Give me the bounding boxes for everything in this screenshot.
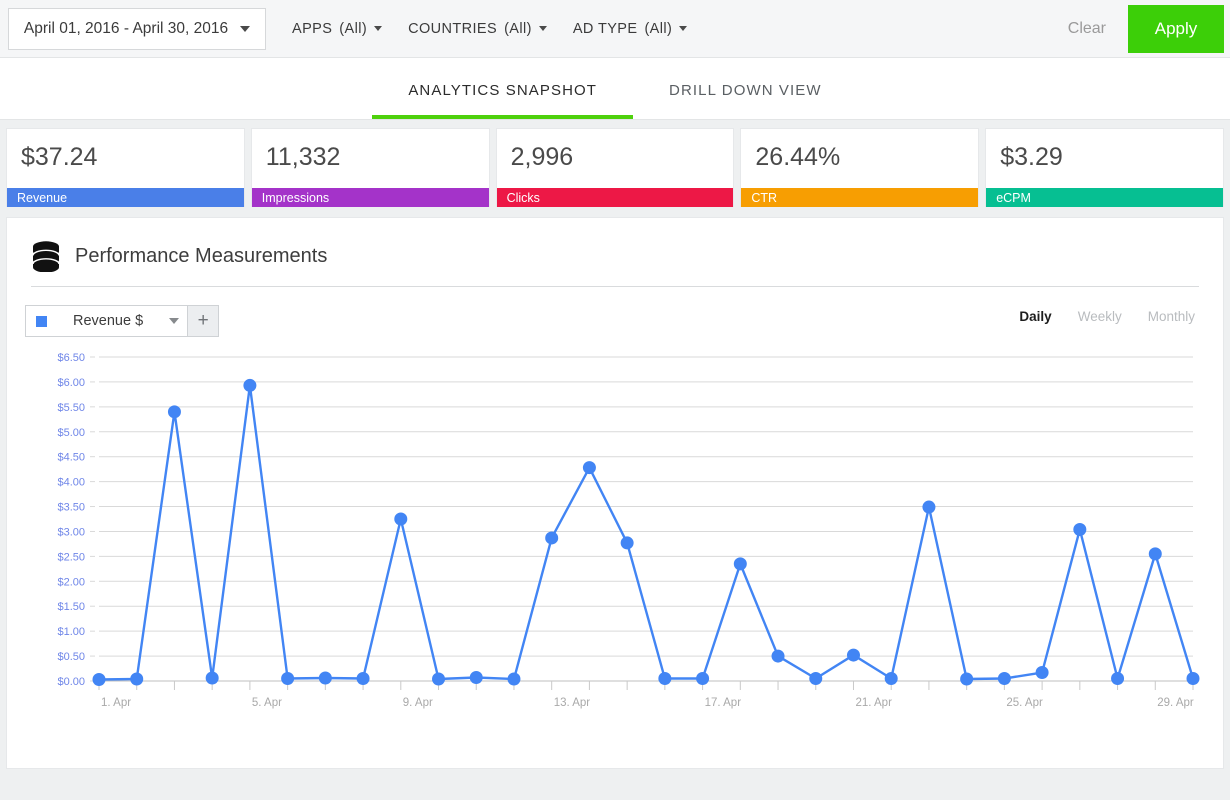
filter-apps-value: (All)	[339, 21, 367, 37]
clear-button[interactable]: Clear	[1046, 20, 1128, 38]
filter-apps[interactable]: APPS (All)	[292, 21, 382, 37]
filter-countries[interactable]: COUNTRIES (All)	[408, 21, 547, 37]
kpi-card-ecpm[interactable]: $3.29 eCPM	[985, 128, 1224, 207]
chart-canvas[interactable]: $0.00 $0.50 $1.00 $1.50 $2.00 $2.50 $3.00 $3.50…	[7, 349, 1223, 739]
filter-countries-label: COUNTRIES	[408, 21, 497, 37]
metric-select[interactable]: Revenue $	[25, 305, 188, 337]
add-metric-button[interactable]: +	[187, 305, 219, 337]
database-icon	[31, 240, 61, 272]
kpi-card-impressions[interactable]: 11,332 Impressions	[251, 128, 490, 207]
panel-title: Performance Measurements	[75, 245, 327, 268]
performance-measurements-panel: Performance Measurements Revenue $ + Dai…	[6, 217, 1224, 769]
filter-actions: Clear Apply	[1046, 0, 1230, 58]
svg-text:1. Apr: 1. Apr	[101, 697, 131, 709]
kpi-card-ctr[interactable]: 26.44% CTR	[740, 128, 979, 207]
svg-text:$0.50: $0.50	[57, 651, 85, 663]
filter-ad-type-label: AD TYPE	[573, 21, 638, 37]
filter-toolbar: April 01, 2016 - April 30, 2016 APPS (Al…	[0, 0, 1230, 58]
granularity-weekly[interactable]: Weekly	[1078, 309, 1122, 324]
svg-text:$4.00: $4.00	[57, 477, 85, 489]
svg-text:$3.50: $3.50	[57, 502, 85, 514]
apply-button[interactable]: Apply	[1128, 5, 1224, 53]
svg-text:13. Apr: 13. Apr	[554, 697, 591, 709]
svg-text:$4.50: $4.50	[57, 452, 85, 464]
svg-text:9. Apr: 9. Apr	[403, 697, 433, 709]
filter-ad-type[interactable]: AD TYPE (All)	[573, 21, 687, 37]
kpi-value: $37.24	[7, 129, 244, 188]
kpi-card-revenue[interactable]: $37.24 Revenue	[6, 128, 245, 207]
chevron-down-icon	[169, 318, 179, 324]
svg-text:$6.50: $6.50	[57, 352, 85, 364]
panel-header: Performance Measurements	[7, 218, 1223, 272]
tab-drill-down-view[interactable]: DRILL DOWN VIEW	[633, 82, 858, 119]
kpi-label-bar: CTR	[741, 188, 978, 207]
svg-text:$5.00: $5.00	[57, 427, 85, 439]
filter-countries-value: (All)	[504, 21, 532, 37]
kpi-value: 11,332	[252, 129, 489, 188]
kpi-value: 26.44%	[741, 129, 978, 188]
svg-text:17. Apr: 17. Apr	[705, 697, 742, 709]
date-range-picker[interactable]: April 01, 2016 - April 30, 2016	[8, 8, 266, 50]
kpi-label-bar: Revenue	[7, 188, 244, 207]
granularity-monthly[interactable]: Monthly	[1148, 309, 1195, 324]
svg-text:$1.50: $1.50	[57, 601, 85, 613]
granularity-daily[interactable]: Daily	[1019, 309, 1051, 324]
filter-apps-label: APPS	[292, 21, 332, 37]
svg-text:$5.50: $5.50	[57, 402, 85, 414]
tab-bar: ANALYTICS SNAPSHOT DRILL DOWN VIEW	[0, 58, 1230, 120]
svg-text:$3.00: $3.00	[57, 526, 85, 538]
svg-text:5. Apr: 5. Apr	[252, 697, 282, 709]
svg-text:$2.50: $2.50	[57, 551, 85, 563]
svg-text:21. Apr: 21. Apr	[855, 697, 892, 709]
svg-text:$0.00: $0.00	[57, 676, 85, 688]
series-color-swatch	[36, 316, 47, 327]
chart-toolbar: Revenue $ + Daily Weekly Monthly	[7, 287, 1223, 337]
kpi-label-bar: Clicks	[497, 188, 734, 207]
svg-text:25. Apr: 25. Apr	[1006, 697, 1043, 709]
chevron-down-icon	[240, 26, 250, 32]
filter-ad-type-value: (All)	[644, 21, 672, 37]
chevron-down-icon	[374, 26, 382, 31]
date-range-label: April 01, 2016 - April 30, 2016	[24, 20, 228, 38]
kpi-value: $3.29	[986, 129, 1223, 188]
granularity-selector: Daily Weekly Monthly	[1019, 309, 1195, 324]
kpi-card-row: $37.24 Revenue 11,332 Impressions 2,996 …	[0, 120, 1230, 207]
revenue-line-chart[interactable]: $0.00 $0.50 $1.00 $1.50 $2.00 $2.50 $3.00 $3.50…	[7, 349, 1223, 739]
kpi-label-bar: Impressions	[252, 188, 489, 207]
svg-text:$2.00: $2.00	[57, 576, 85, 588]
svg-text:29. Apr: 29. Apr	[1157, 697, 1194, 709]
metric-select-value: Revenue $	[73, 313, 143, 329]
svg-text:$6.00: $6.00	[57, 377, 85, 389]
chevron-down-icon	[539, 26, 547, 31]
kpi-value: 2,996	[497, 129, 734, 188]
chevron-down-icon	[679, 26, 687, 31]
kpi-card-clicks[interactable]: 2,996 Clicks	[496, 128, 735, 207]
kpi-label-bar: eCPM	[986, 188, 1223, 207]
svg-text:$1.00: $1.00	[57, 626, 85, 638]
tab-analytics-snapshot[interactable]: ANALYTICS SNAPSHOT	[372, 82, 633, 119]
